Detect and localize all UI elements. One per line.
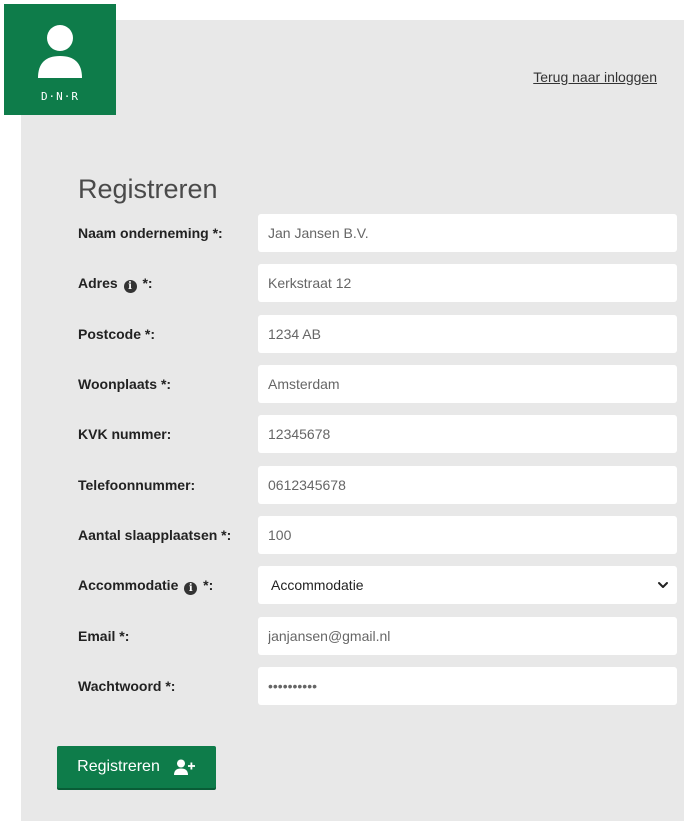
beds-input[interactable] [258, 516, 677, 554]
accommodation-label: Accommodatie i *: [78, 566, 213, 604]
accommodation-label-required: *: [203, 577, 214, 593]
password-input[interactable] [258, 667, 677, 705]
address-input[interactable] [258, 264, 677, 302]
user-silhouette-icon [38, 25, 82, 78]
company-name-input[interactable] [258, 214, 677, 252]
postcode-label: Postcode *: [78, 326, 156, 342]
phone-label: Telefoonnummer: [78, 477, 196, 493]
email-label: Email *: [78, 628, 130, 644]
postcode-input[interactable] [258, 315, 677, 353]
city-input[interactable] [258, 365, 677, 403]
form-row-email: Email *: [78, 617, 677, 655]
company-name-label: Naam onderneming *: [78, 225, 223, 241]
form-row-city: Woonplaats *: [78, 365, 677, 403]
logo-text: D·N·R [40, 90, 80, 103]
form-row-beds: Aantal slaapplaatsen *: [78, 516, 677, 554]
back-to-login-link[interactable]: Terug naar inloggen [533, 69, 657, 85]
register-button-label: Registreren [77, 758, 160, 775]
form-row-kvk: KVK nummer: [78, 415, 677, 453]
form-row-postcode: Postcode *: [78, 315, 677, 353]
city-label: Woonplaats *: [78, 376, 172, 392]
user-plus-icon [173, 759, 195, 775]
registration-panel: Terug naar inloggen Registreren Naam ond… [21, 20, 684, 821]
kvk-input[interactable] [258, 415, 677, 453]
form-row-company: Naam onderneming *: [78, 214, 677, 252]
password-label: Wachtwoord *: [78, 678, 176, 694]
accommodation-label-text: Accommodatie [78, 577, 179, 593]
register-button[interactable]: Registreren [57, 746, 216, 788]
email-input[interactable] [258, 617, 677, 655]
form-row-accommodation: Accommodatie i *: Accommodatie [78, 566, 677, 604]
address-label-required: *: [142, 275, 153, 291]
address-label: Adres i *: [78, 264, 153, 302]
brand-logo: D·N·R [4, 4, 116, 115]
form-row-address: Adres i *: [78, 264, 677, 302]
info-icon[interactable]: i [184, 582, 198, 595]
address-label-text: Adres [78, 275, 118, 291]
info-icon[interactable]: i [123, 280, 137, 293]
kvk-label: KVK nummer: [78, 426, 172, 442]
form-row-password: Wachtwoord *: [78, 667, 677, 705]
page-title: Registreren [78, 174, 218, 204]
beds-label: Aantal slaapplaatsen *: [78, 527, 232, 543]
form-row-phone: Telefoonnummer: [78, 466, 677, 504]
accommodation-select[interactable]: Accommodatie [258, 566, 677, 604]
phone-input[interactable] [258, 466, 677, 504]
